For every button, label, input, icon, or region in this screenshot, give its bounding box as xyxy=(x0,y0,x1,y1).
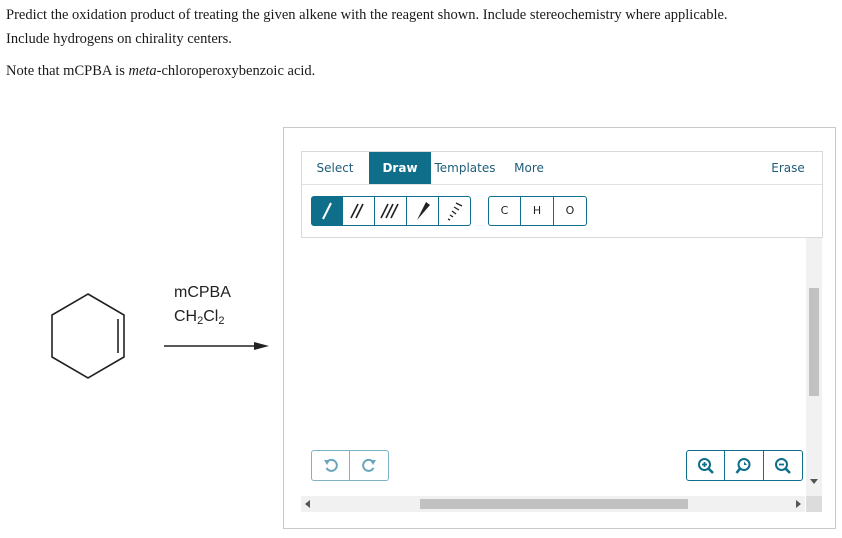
zoom-reset-icon xyxy=(735,458,751,474)
tab-divider xyxy=(302,184,822,185)
note-suffix: -chloroperoxybenzoic acid. xyxy=(156,63,316,79)
solvent-part-1: CH xyxy=(174,308,198,325)
zoom-in-button[interactable] xyxy=(686,450,725,481)
reagent-mcpba: mCPBA xyxy=(174,284,231,301)
cyclohexene-structure xyxy=(51,293,125,379)
tab-more[interactable]: More xyxy=(512,152,546,184)
atom-tool-group: C H O xyxy=(488,196,587,226)
vertical-scrollbar[interactable] xyxy=(806,238,822,498)
editor-toolbar: Select Draw Templates More Erase C H O xyxy=(301,151,823,238)
reagent-solvent: CH2Cl2 xyxy=(174,308,224,327)
single-bond-icon xyxy=(322,202,332,220)
scroll-down-arrow-icon[interactable] xyxy=(810,479,818,484)
zoom-out-icon xyxy=(775,458,791,474)
solvent-part-2: Cl xyxy=(203,308,219,325)
hash-bond-button[interactable] xyxy=(439,196,471,226)
editor-tabs: Select Draw Templates More Erase xyxy=(302,152,822,184)
scroll-left-arrow-icon[interactable] xyxy=(305,500,310,508)
wedge-bond-icon xyxy=(417,202,430,220)
triple-bond-button[interactable] xyxy=(375,196,407,226)
tab-draw[interactable]: Draw xyxy=(369,152,431,184)
horizontal-scroll-thumb[interactable] xyxy=(420,499,688,509)
atom-c-button[interactable]: C xyxy=(488,196,521,226)
tab-templates[interactable]: Templates xyxy=(433,152,497,184)
question-line-2: Include hydrogens on chirality centers. xyxy=(6,31,232,47)
wedge-bond-button[interactable] xyxy=(407,196,439,226)
reagent-note: Note that mCPBA is meta-chloroperoxybenz… xyxy=(6,61,315,81)
undo-icon xyxy=(324,458,338,472)
vertical-scroll-thumb[interactable] xyxy=(809,288,819,396)
scrollbar-corner xyxy=(806,496,822,512)
question-line-1: Predict the oxidation product of treatin… xyxy=(6,7,728,23)
undo-redo-group xyxy=(311,450,389,481)
tab-select[interactable]: Select xyxy=(310,152,360,184)
erase-button[interactable]: Erase xyxy=(770,152,806,184)
atom-h-button[interactable]: H xyxy=(521,196,554,226)
molecule-editor: Select Draw Templates More Erase C H O xyxy=(283,127,836,529)
horizontal-scrollbar[interactable] xyxy=(301,496,805,512)
reaction-arrow xyxy=(164,342,269,350)
zoom-controls xyxy=(686,450,803,481)
single-bond-button[interactable] xyxy=(311,196,343,226)
note-italic: meta xyxy=(128,63,157,79)
undo-button[interactable] xyxy=(311,450,350,481)
zoom-reset-button[interactable] xyxy=(725,450,764,481)
redo-button[interactable] xyxy=(350,450,389,481)
cyclohexene-ring xyxy=(51,293,125,379)
solvent-sub-2: 2 xyxy=(218,315,225,327)
zoom-in-icon xyxy=(698,458,714,474)
double-bond-icon xyxy=(350,203,364,219)
hash-bond-icon xyxy=(447,202,463,221)
triple-bond-icon xyxy=(380,203,399,219)
atom-o-button[interactable]: O xyxy=(554,196,587,226)
redo-icon xyxy=(362,458,376,472)
scroll-right-arrow-icon[interactable] xyxy=(796,500,801,508)
note-prefix: Note that mCPBA is xyxy=(6,63,129,79)
zoom-out-button[interactable] xyxy=(764,450,803,481)
bond-tool-group xyxy=(311,196,471,226)
double-bond-button[interactable] xyxy=(343,196,375,226)
